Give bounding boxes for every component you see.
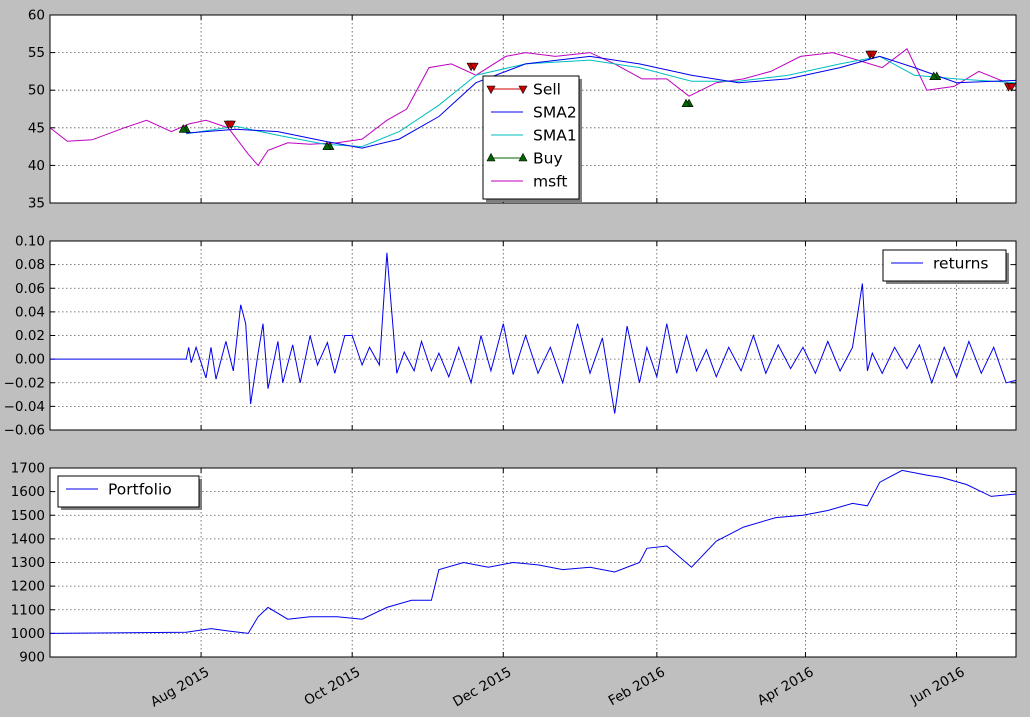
y-tick-label: 1100: [11, 602, 45, 618]
y-tick-label: 900: [19, 650, 45, 666]
y-tick-label: 1600: [11, 484, 45, 500]
panel-price: 35 40 45 50 55 60 Sell SMA2 SMA1 Buy msft: [28, 8, 1017, 212]
legend-label-returns: returns: [933, 255, 988, 273]
y-tick-label: 45: [28, 120, 45, 136]
legend-label-portfolio: Portfolio: [108, 481, 172, 499]
y-tick-label: 35: [28, 196, 45, 212]
panel-returns: −0.06 −0.04 −0.02 0.00 0.02 0.04 0.06 0.08 0.10 r…: [4, 234, 1017, 439]
y-tick-label: 1200: [11, 579, 45, 595]
legend-returns: returns: [882, 249, 1009, 284]
y-tick-label: 1000: [11, 626, 45, 642]
y-tick-label: 0.02: [15, 328, 45, 344]
legend-portfolio: Portfolio: [57, 475, 202, 510]
legend-label-msft: msft: [533, 173, 567, 191]
y-tick-label: 50: [28, 83, 45, 99]
y-tick-label: 55: [28, 45, 45, 61]
y-tick-label: 0.04: [15, 304, 45, 320]
legend-label-sell: Sell: [533, 81, 561, 99]
y-tick-label: 0.10: [15, 234, 45, 250]
y-tick-label: 0.06: [15, 281, 45, 297]
legend-label-sma1: SMA1: [533, 127, 577, 145]
y-tick-label: 60: [28, 8, 45, 24]
y-tick-label: 0.00: [15, 352, 45, 368]
y-tick-label: 1300: [11, 555, 45, 571]
y-tick-label: −0.04: [4, 399, 45, 415]
legend-price: Sell SMA2 SMA1 Buy msft: [482, 75, 582, 202]
y-tick-label: −0.06: [4, 423, 45, 439]
legend-label-sma2: SMA2: [533, 104, 577, 122]
chart-figure: 354045505560SellSMA2SMA1Buymsft−0.06−0.0…: [0, 0, 1030, 717]
y-tick-label: 1400: [11, 531, 45, 547]
y-tick-label: −0.02: [4, 375, 45, 391]
y-tick-label: 1700: [11, 461, 45, 477]
y-tick-label: 0.08: [15, 257, 45, 273]
legend-label-buy: Buy: [533, 150, 563, 168]
panel-portfolio: 900 1000 1100 1200 1300 1400 1500 1600 1700 Portf…: [11, 461, 1017, 666]
y-tick-label: 1500: [11, 508, 45, 524]
y-tick-label: 40: [28, 158, 45, 174]
